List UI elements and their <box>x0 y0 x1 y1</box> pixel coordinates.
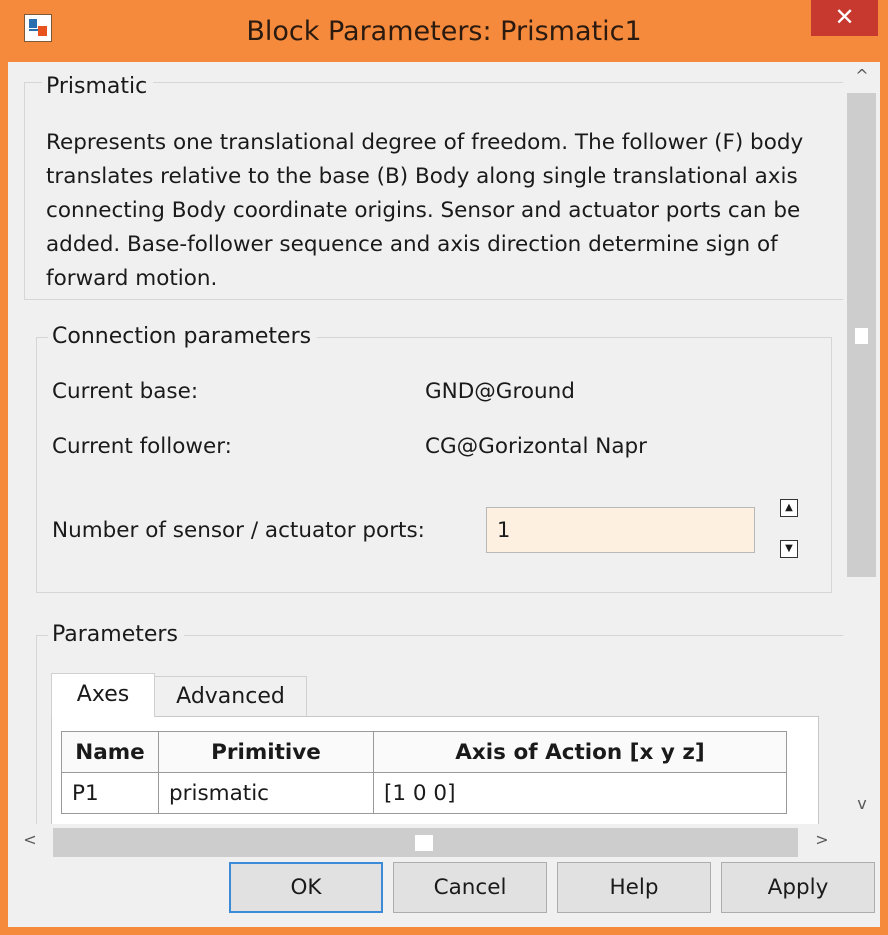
parameters-legend: Parameters <box>48 622 184 647</box>
header-name[interactable]: Name <box>61 731 159 773</box>
current-follower-value: CG@Gorizontal Napr <box>425 434 648 459</box>
scroll-left-icon: < <box>23 830 37 849</box>
header-primitive[interactable]: Primitive <box>158 731 374 773</box>
tab-advanced[interactable]: Advanced <box>154 676 307 717</box>
scroll-down-icon: v <box>857 794 867 813</box>
scroll-right-button[interactable]: > <box>814 830 830 849</box>
ports-input[interactable] <box>486 507 755 553</box>
axes-table: Name Primitive Axis of Action [x y z] P1… <box>61 731 787 814</box>
vertical-scroll-thumb[interactable] <box>847 93 876 577</box>
help-button[interactable]: Help <box>557 862 711 913</box>
close-button[interactable]: ✕ <box>811 0 878 36</box>
prismatic-legend: Prismatic <box>42 74 154 99</box>
scroll-left-button[interactable]: < <box>22 830 38 849</box>
cancel-button[interactable]: Cancel <box>393 862 547 913</box>
scroll-up-icon: ^ <box>855 66 869 85</box>
ok-button[interactable]: OK <box>229 862 383 913</box>
scroll-right-icon: > <box>815 830 829 849</box>
spin-down-icon: ▼ <box>785 543 793 554</box>
scroll-up-button[interactable]: ^ <box>853 66 871 85</box>
axes-tab-panel: Name Primitive Axis of Action [x y z] P1… <box>51 716 819 824</box>
horizontal-scroll-thumb[interactable] <box>53 828 798 857</box>
vertical-scrollbar[interactable]: ^ v <box>843 62 880 824</box>
close-icon: ✕ <box>834 3 855 31</box>
block-description: Represents one translational degree of f… <box>46 130 804 291</box>
connection-parameters-legend: Connection parameters <box>48 324 318 349</box>
table-header-row: Name Primitive Axis of Action [x y z] <box>61 731 787 773</box>
tab-advanced-label: Advanced <box>176 684 285 709</box>
block-parameters-window: Block Parameters: Prismatic1 ✕ Prismatic… <box>0 0 888 935</box>
ports-label: Number of sensor / actuator ports: <box>52 518 425 543</box>
table-row[interactable]: P1 prismatic [1 0 0] <box>61 772 787 814</box>
current-base-value: GND@Ground <box>425 379 575 404</box>
cell-primitive[interactable]: prismatic <box>158 772 374 814</box>
tab-axes-label: Axes <box>76 682 130 707</box>
connection-parameters-group <box>36 337 832 593</box>
cell-name[interactable]: P1 <box>61 772 159 814</box>
tab-axes[interactable]: Axes <box>51 673 155 717</box>
horizontal-scrollbar[interactable]: < > <box>8 824 880 861</box>
spin-up-icon: ▲ <box>785 502 793 513</box>
cell-axis-of-action[interactable]: [1 0 0] <box>373 772 787 814</box>
apply-button[interactable]: Apply <box>721 862 875 913</box>
scroll-content: Prismatic Represents one translational d… <box>8 62 843 824</box>
dialog-client-area: Prismatic Represents one translational d… <box>8 62 880 927</box>
title-bar[interactable]: Block Parameters: Prismatic1 ✕ <box>0 0 888 62</box>
vertical-thumb-grip <box>855 328 868 344</box>
spin-down-button[interactable]: ▼ <box>780 540 798 558</box>
header-axis-of-action[interactable]: Axis of Action [x y z] <box>373 731 787 773</box>
window-title: Block Parameters: Prismatic1 <box>246 16 642 47</box>
scroll-down-button[interactable]: v <box>853 794 871 813</box>
horizontal-thumb-grip <box>415 835 433 851</box>
current-follower-label: Current follower: <box>52 434 232 459</box>
spin-up-button[interactable]: ▲ <box>780 499 798 517</box>
current-base-label: Current base: <box>52 379 199 404</box>
